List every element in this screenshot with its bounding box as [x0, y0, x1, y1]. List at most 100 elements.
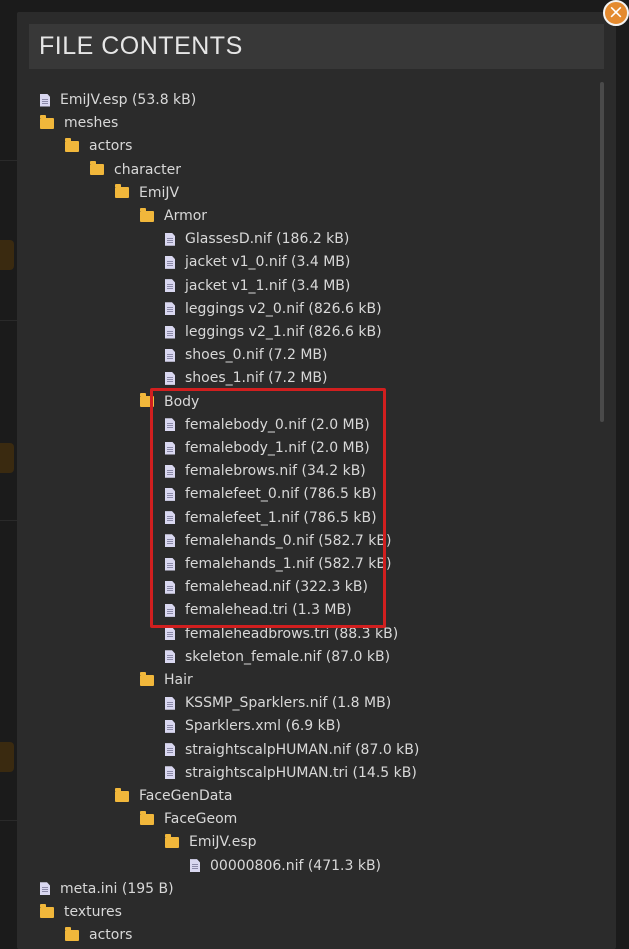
tree-file-item[interactable]: straightscalpHUMAN.nif (87.0 kB) [165, 739, 419, 761]
folder-icon [65, 137, 79, 152]
folder-icon [115, 787, 129, 802]
tree-item-label: femalefeet_0.nif (786.5 kB) [185, 486, 377, 503]
tree-file-item[interactable]: jacket v1_0.nif (3.4 MB) [165, 251, 350, 273]
file-icon [165, 580, 175, 594]
file-icon [40, 882, 50, 896]
tree-item-label: femalehands_0.nif (582.7 kB) [185, 532, 392, 549]
tree-file-item[interactable]: straightscalpHUMAN.tri (14.5 kB) [165, 762, 417, 784]
tree-folder-item[interactable]: Body [140, 391, 199, 413]
tree-item-label: EmiJV.esp (53.8 kB) [60, 92, 197, 108]
background-divider [0, 160, 17, 161]
file-icon [165, 603, 175, 617]
tree-item-label: Armor [164, 208, 208, 224]
tree-item-label: EmiJV [139, 184, 180, 201]
tree-file-item[interactable]: Sparklers.xml (6.9 kB) [165, 715, 341, 737]
file-icon [165, 441, 175, 455]
folder-icon [140, 671, 154, 686]
dialog-header: FILE CONTENTS [29, 24, 604, 69]
folder-icon [65, 926, 79, 941]
tree-folder-item[interactable]: meshes [40, 112, 118, 134]
tree-item-label: jacket v1_0.nif (3.4 MB) [185, 254, 351, 271]
tree-folder-item[interactable]: Armor [140, 205, 207, 227]
scrollbar[interactable] [600, 82, 604, 422]
close-button[interactable]: × [603, 0, 629, 26]
tree-item-label: meshes [64, 115, 119, 132]
file-icon [165, 650, 175, 664]
tree-folder-item[interactable]: FaceGeom [140, 808, 237, 830]
tree-item-label: shoes_0.nif (7.2 MB) [185, 347, 328, 364]
tree-item-label: Body [164, 393, 200, 410]
tree-folder-item[interactable]: FaceGenData [115, 785, 232, 807]
tree-item-label: FaceGeom [164, 811, 238, 828]
tree-folder-item[interactable]: EmiJV [115, 182, 179, 204]
file-icon [165, 743, 175, 757]
tree-item-label: skeleton_female.nif (87.0 kB) [185, 648, 391, 665]
file-icon [190, 859, 200, 873]
tree-item-label: textures [64, 904, 122, 920]
tree-item-label: femalefeet_1.nif (786.5 kB) [185, 509, 377, 526]
dialog-title: FILE CONTENTS [39, 32, 243, 60]
tree-file-item[interactable]: femalebrows.nif (34.2 kB) [165, 460, 366, 482]
tree-item-label: leggings v2_1.nif (826.6 kB) [185, 324, 382, 340]
file-icon [165, 348, 175, 362]
tree-file-item[interactable]: femalehead.nif (322.3 kB) [165, 576, 368, 598]
folder-icon [115, 184, 129, 199]
tree-file-item[interactable]: femalehands_0.nif (582.7 kB) [165, 530, 391, 552]
file-icon [165, 255, 175, 269]
tree-folder-item[interactable]: textures [40, 901, 122, 923]
tree-file-item[interactable]: femalefeet_1.nif (786.5 kB) [165, 507, 377, 529]
tree-file-item[interactable]: EmiJV.esp (53.8 kB) [40, 89, 196, 111]
tree-folder-item[interactable]: EmiJV.esp [165, 831, 257, 853]
tree-file-item[interactable]: shoes_0.nif (7.2 MB) [165, 344, 327, 366]
tree-folder-item[interactable]: character [90, 159, 181, 181]
tree-file-item[interactable]: femalebody_0.nif (2.0 MB) [165, 414, 370, 436]
tree-item-label: straightscalpHUMAN.tri (14.5 kB) [185, 764, 417, 781]
tree-file-item[interactable]: skeleton_female.nif (87.0 kB) [165, 646, 390, 668]
tree-file-item[interactable]: femalefeet_0.nif (786.5 kB) [165, 483, 377, 505]
file-icon [165, 534, 175, 548]
tree-item-label: jacket v1_1.nif (3.4 MB) [185, 277, 351, 294]
tree-file-item[interactable]: KSSMP_Sparklers.nif (1.8 MB) [165, 692, 391, 714]
file-icon [165, 232, 175, 246]
tree-file-item[interactable]: jacket v1_1.nif (3.4 MB) [165, 275, 350, 297]
tree-item-label: meta.ini (195 B) [60, 880, 174, 897]
tree-item-label: femalehead.nif (322.3 kB) [185, 579, 368, 596]
tree-item-label: EmiJV.esp [189, 834, 257, 851]
file-icon [165, 487, 175, 501]
tree-item-label: 00000806.nif (471.3 kB) [210, 857, 382, 874]
background-accent [0, 443, 14, 473]
tree-item-label: femalebody_0.nif (2.0 MB) [185, 416, 370, 433]
file-icon [165, 302, 175, 316]
file-icon [165, 627, 175, 641]
tree-folder-item[interactable]: Hair [140, 669, 193, 691]
tree-file-item[interactable]: femalebody_1.nif (2.0 MB) [165, 437, 370, 459]
tree-file-item[interactable]: leggings v2_0.nif (826.6 kB) [165, 298, 382, 320]
tree-file-item[interactable]: 00000806.nif (471.3 kB) [190, 855, 381, 877]
tree-file-item[interactable]: femalehands_1.nif (582.7 kB) [165, 553, 391, 575]
tree-file-item[interactable]: femalehead.tri (1.3 MB) [165, 599, 352, 621]
file-icon [165, 696, 175, 710]
file-icon [165, 511, 175, 525]
file-icon [165, 325, 175, 339]
tree-item-label: KSSMP_Sparklers.nif (1.8 MB) [185, 695, 392, 712]
background-accent [0, 742, 14, 772]
tree-item-label: femaleheadbrows.tri (88.3 kB) [185, 625, 399, 642]
tree-item-label: femalebrows.nif (34.2 kB) [185, 463, 366, 480]
folder-icon [165, 833, 179, 848]
background-accent [0, 240, 14, 270]
tree-file-item[interactable]: GlassesD.nif (186.2 kB) [165, 228, 349, 250]
file-icon [165, 279, 175, 293]
file-icon [165, 719, 175, 733]
tree-file-item[interactable]: meta.ini (195 B) [40, 878, 174, 900]
file-tree[interactable]: EmiJV.esp (53.8 kB) meshes actors character… [29, 84, 599, 942]
tree-item-label: straightscalpHUMAN.nif (87.0 kB) [185, 741, 420, 758]
tree-file-item[interactable]: femaleheadbrows.tri (88.3 kB) [165, 623, 398, 645]
folder-icon [40, 903, 54, 918]
tree-file-item[interactable]: shoes_1.nif (7.2 MB) [165, 367, 327, 389]
file-icon [165, 418, 175, 432]
tree-folder-item[interactable]: actors [65, 135, 132, 157]
tree-file-item[interactable]: leggings v2_1.nif (826.6 kB) [165, 321, 382, 343]
tree-item-label: shoes_1.nif (7.2 MB) [185, 370, 328, 387]
tree-folder-item[interactable]: actors [65, 924, 132, 942]
file-icon [165, 766, 175, 780]
